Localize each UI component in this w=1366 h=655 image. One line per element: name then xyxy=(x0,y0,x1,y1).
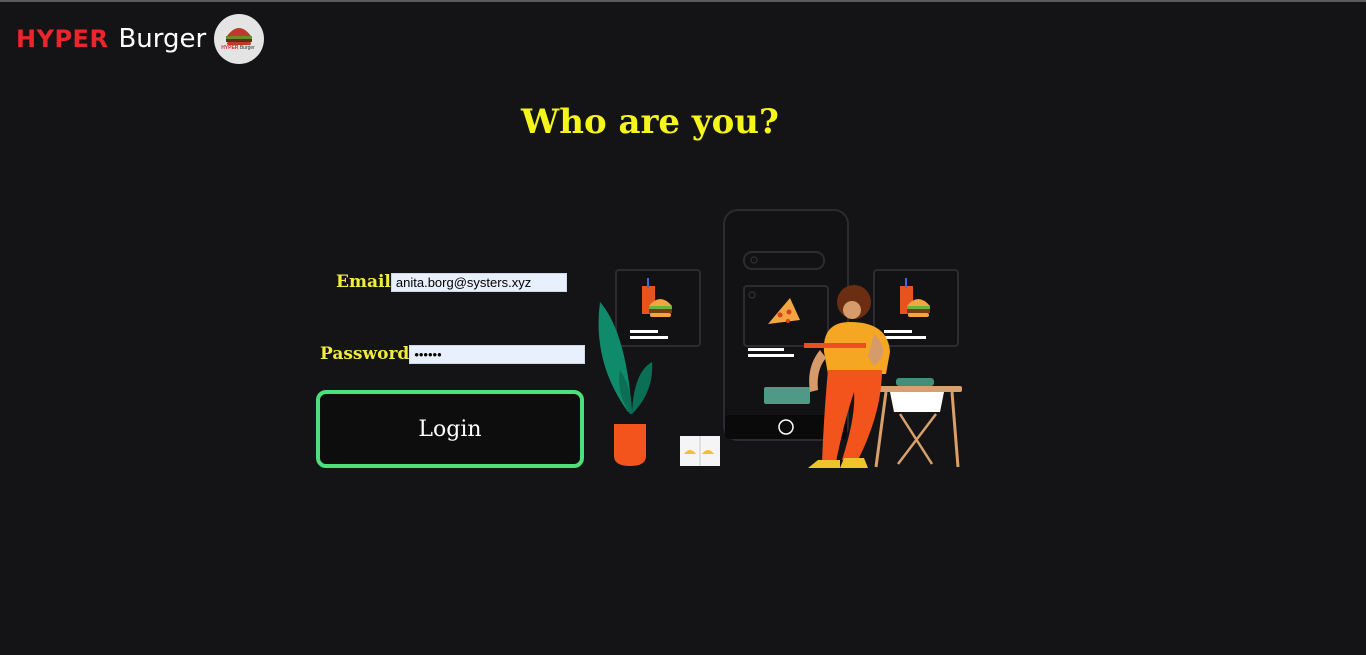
password-label: Password xyxy=(320,344,410,364)
logo-caption: HYPER Burger xyxy=(221,45,255,51)
food-card-left xyxy=(615,269,701,347)
email-field[interactable] xyxy=(390,272,567,292)
email-row: Email xyxy=(336,272,567,292)
food-delivery-illustration xyxy=(598,209,962,468)
password-field[interactable] xyxy=(409,344,586,364)
brand-header[interactable]: HYPER Burger HYPER Burger xyxy=(16,12,265,66)
email-label: Email xyxy=(336,272,391,292)
password-row: Password xyxy=(320,344,586,364)
burger-logo-icon[interactable]: HYPER Burger xyxy=(214,14,265,64)
table-illustration xyxy=(874,378,962,468)
brand-name-burger: Burger xyxy=(118,24,207,54)
delivery-bags-illustration xyxy=(680,436,720,466)
food-card-right xyxy=(873,269,959,347)
login-button[interactable]: Login xyxy=(316,390,584,468)
page-title: Who are you? xyxy=(521,102,779,142)
brand-name-hyper: HYPER xyxy=(16,25,109,53)
